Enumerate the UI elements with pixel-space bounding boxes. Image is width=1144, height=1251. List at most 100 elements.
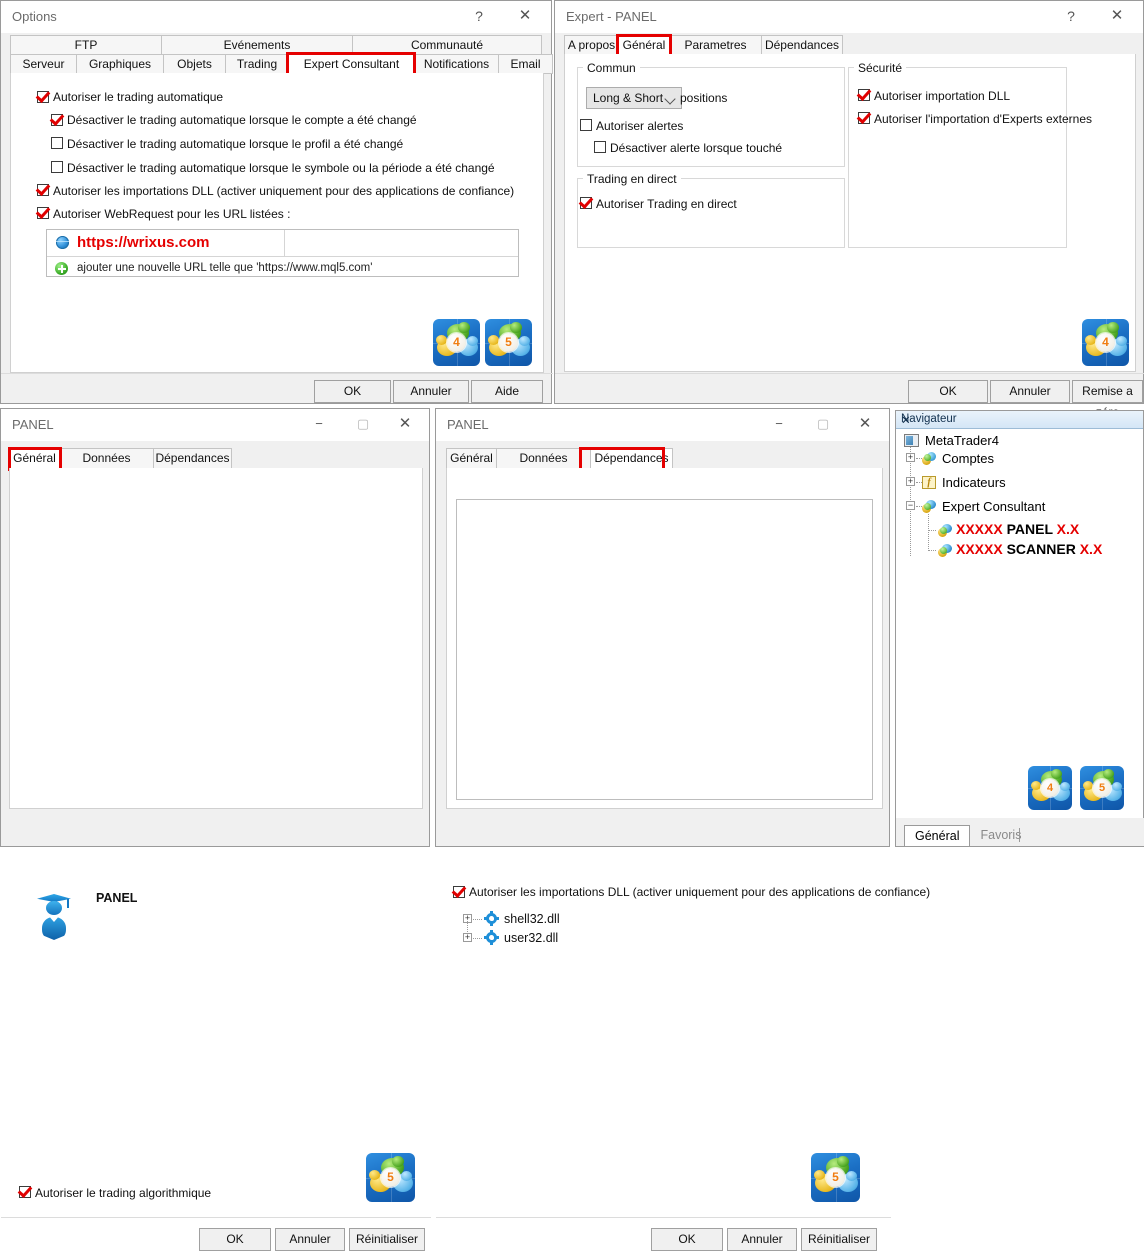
indicator-icon: f bbox=[922, 476, 936, 489]
checkbox-autoriser-webrequest[interactable] bbox=[37, 207, 49, 219]
positions-label: positions bbox=[680, 91, 728, 105]
panel-general-footer-divider bbox=[1, 1217, 431, 1218]
url-add-hint: ajouter une nouvelle URL telle que 'http… bbox=[77, 262, 373, 274]
checkbox-autoriser-importations-dll[interactable] bbox=[453, 886, 465, 898]
tab-general[interactable]: Général bbox=[618, 35, 670, 55]
tab-serveur[interactable]: Serveur bbox=[10, 54, 77, 74]
close-icon[interactable]: ✕ bbox=[385, 409, 425, 439]
annuler-button[interactable]: Annuler bbox=[990, 380, 1070, 403]
help-icon[interactable]: ? bbox=[1051, 1, 1091, 31]
tab-general[interactable]: Général bbox=[446, 448, 497, 469]
checkbox-autoriser-trading-auto[interactable] bbox=[37, 91, 49, 103]
annuler-button[interactable]: Annuler bbox=[275, 1228, 345, 1251]
tab-dependances[interactable]: Dépendances bbox=[761, 35, 843, 55]
expander-indicateurs[interactable]: + bbox=[906, 477, 915, 486]
expert-panel-window: Expert - PANEL ? ✕ A propos Général Para… bbox=[554, 0, 1144, 419]
reinitialiser-button[interactable]: Réinitialiser bbox=[801, 1228, 877, 1251]
url-add-row[interactable]: ajouter une nouvelle URL telle que 'http… bbox=[47, 257, 518, 283]
label-desactiver-alerte-touche: Désactiver alerte lorsque touché bbox=[610, 141, 783, 155]
chevron-down-icon[interactable] bbox=[664, 93, 676, 105]
tab-dependances[interactable]: Dépendances bbox=[153, 448, 232, 469]
tree-item-indicateurs[interactable]: Indicateurs bbox=[942, 475, 1006, 490]
tab-ftp[interactable]: FTP bbox=[10, 35, 162, 55]
checkbox-autoriser-trading-direct[interactable] bbox=[580, 197, 592, 209]
minimize-icon[interactable]: − bbox=[299, 409, 339, 439]
label-autoriser-trading-direct: Autoriser Trading en direct bbox=[596, 197, 737, 211]
dll-list-box[interactable] bbox=[456, 499, 873, 800]
checkbox-autoriser-importation-dll[interactable] bbox=[858, 89, 870, 101]
expert-title: Expert - PANEL bbox=[566, 9, 657, 24]
label-autoriser-experts-externes: Autoriser l'importation d'Experts extern… bbox=[874, 112, 1093, 126]
ok-button[interactable]: OK bbox=[908, 380, 988, 403]
minimize-icon[interactable]: − bbox=[759, 409, 799, 439]
expander-expert-consultant[interactable]: − bbox=[906, 501, 915, 510]
positions-combobox[interactable]: Long & Short bbox=[586, 87, 682, 109]
aide-button[interactable]: Aide bbox=[471, 380, 543, 403]
checkbox-autoriser-trading-algorithmique[interactable] bbox=[19, 1186, 31, 1198]
tab-evenements[interactable]: Evénements bbox=[161, 35, 353, 55]
remise-a-zero-button[interactable]: Remise a zéro bbox=[1072, 380, 1143, 419]
annuler-button[interactable]: Annuler bbox=[393, 380, 469, 403]
reinitialiser-button[interactable]: Réinitialiser bbox=[349, 1228, 425, 1251]
tree-item-panel[interactable]: XXXXX PANEL X.X bbox=[956, 521, 1079, 537]
ok-button[interactable]: OK bbox=[314, 380, 391, 403]
nav-tab-general[interactable]: Général bbox=[904, 825, 971, 846]
tab-parametres-entree[interactable]: Parametres d'entrée bbox=[669, 35, 762, 70]
annuler-button[interactable]: Annuler bbox=[727, 1228, 797, 1251]
tree-item-metatrader4[interactable]: MetaTrader4 bbox=[925, 433, 999, 448]
tab-donnees-entree[interactable]: Données d'entrée bbox=[59, 448, 154, 484]
tab-donnees-entree[interactable]: Données d'entrée bbox=[496, 448, 591, 484]
panel-deps-titlebar: PANEL − ▢ ✕ bbox=[436, 409, 889, 441]
gear-icon bbox=[484, 911, 499, 926]
checkbox-desactiver-compte[interactable] bbox=[51, 114, 63, 126]
panel-general-title: PANEL bbox=[12, 417, 54, 432]
ok-button[interactable]: OK bbox=[199, 1228, 271, 1251]
help-icon[interactable]: ? bbox=[459, 1, 499, 31]
dll-item-label[interactable]: user32.dll bbox=[504, 931, 558, 945]
expander-user32[interactable]: + bbox=[463, 933, 472, 942]
nav-tab-favoris[interactable]: Favoris bbox=[970, 825, 1031, 846]
tab-communaute[interactable]: Communauté bbox=[352, 35, 542, 55]
url-value[interactable]: https://wrixus.com bbox=[77, 234, 210, 251]
tree-item-scanner-prefix: XXXXX bbox=[956, 541, 1003, 557]
ok-button[interactable]: OK bbox=[651, 1228, 723, 1251]
close-icon[interactable]: ✕ bbox=[845, 409, 885, 439]
panel-deps-tabrow: Général Données d'entrée Dépendances bbox=[446, 448, 673, 484]
tab-dependances[interactable]: Dépendances bbox=[590, 448, 673, 469]
tree-item-scanner-name: SCANNER bbox=[1006, 541, 1076, 557]
tree-item-expert-consultant[interactable]: Expert Consultant bbox=[942, 499, 1045, 514]
label-autoriser-alertes: Autoriser alertes bbox=[596, 119, 684, 133]
checkbox-desactiver-alerte-touche[interactable] bbox=[594, 141, 606, 153]
tree-item-panel-prefix: XXXXX bbox=[956, 521, 1003, 537]
tab-objets[interactable]: Objets bbox=[163, 54, 226, 74]
url-list-row[interactable]: https://wrixus.com bbox=[47, 230, 518, 257]
url-list[interactable]: https://wrixus.com ajouter une nouvelle … bbox=[46, 229, 519, 277]
checkbox-autoriser-alertes[interactable] bbox=[580, 119, 592, 131]
checkbox-desactiver-symbole[interactable] bbox=[51, 161, 63, 173]
expander-comptes[interactable]: + bbox=[906, 453, 915, 462]
tab-notifications[interactable]: Notifications bbox=[414, 54, 499, 74]
close-icon[interactable]: ✕ bbox=[1097, 1, 1137, 31]
metatrader5-logo: 5 bbox=[1080, 766, 1124, 810]
close-icon[interactable]: ✕ bbox=[505, 1, 545, 31]
checkbox-autoriser-experts-externes[interactable] bbox=[858, 112, 870, 124]
tab-expert-consultant[interactable]: Expert Consultant bbox=[288, 54, 415, 74]
expert-footer-divider bbox=[555, 373, 1144, 374]
tree-item-comptes[interactable]: Comptes bbox=[942, 451, 994, 466]
logo-badge-5: 5 bbox=[826, 1168, 845, 1187]
plus-icon[interactable] bbox=[55, 262, 68, 275]
tab-trading[interactable]: Trading bbox=[225, 54, 289, 74]
checkbox-desactiver-profil[interactable] bbox=[51, 137, 63, 149]
tab-email[interactable]: Email bbox=[498, 54, 553, 74]
dll-item-label[interactable]: shell32.dll bbox=[504, 912, 560, 926]
checkbox-autoriser-dll[interactable] bbox=[37, 184, 49, 196]
gear-icon bbox=[484, 930, 499, 945]
close-icon[interactable]: ✕ bbox=[901, 413, 1139, 427]
maximize-icon[interactable]: ▢ bbox=[343, 409, 383, 439]
maximize-icon[interactable]: ▢ bbox=[803, 409, 843, 439]
positions-combobox-value: Long & Short bbox=[593, 91, 664, 105]
tree-item-scanner[interactable]: XXXXX SCANNER X.X bbox=[956, 541, 1102, 557]
tab-a-propos[interactable]: A propos bbox=[564, 35, 619, 55]
tab-graphiques[interactable]: Graphiques bbox=[76, 54, 164, 74]
tab-general[interactable]: Général bbox=[9, 448, 60, 469]
